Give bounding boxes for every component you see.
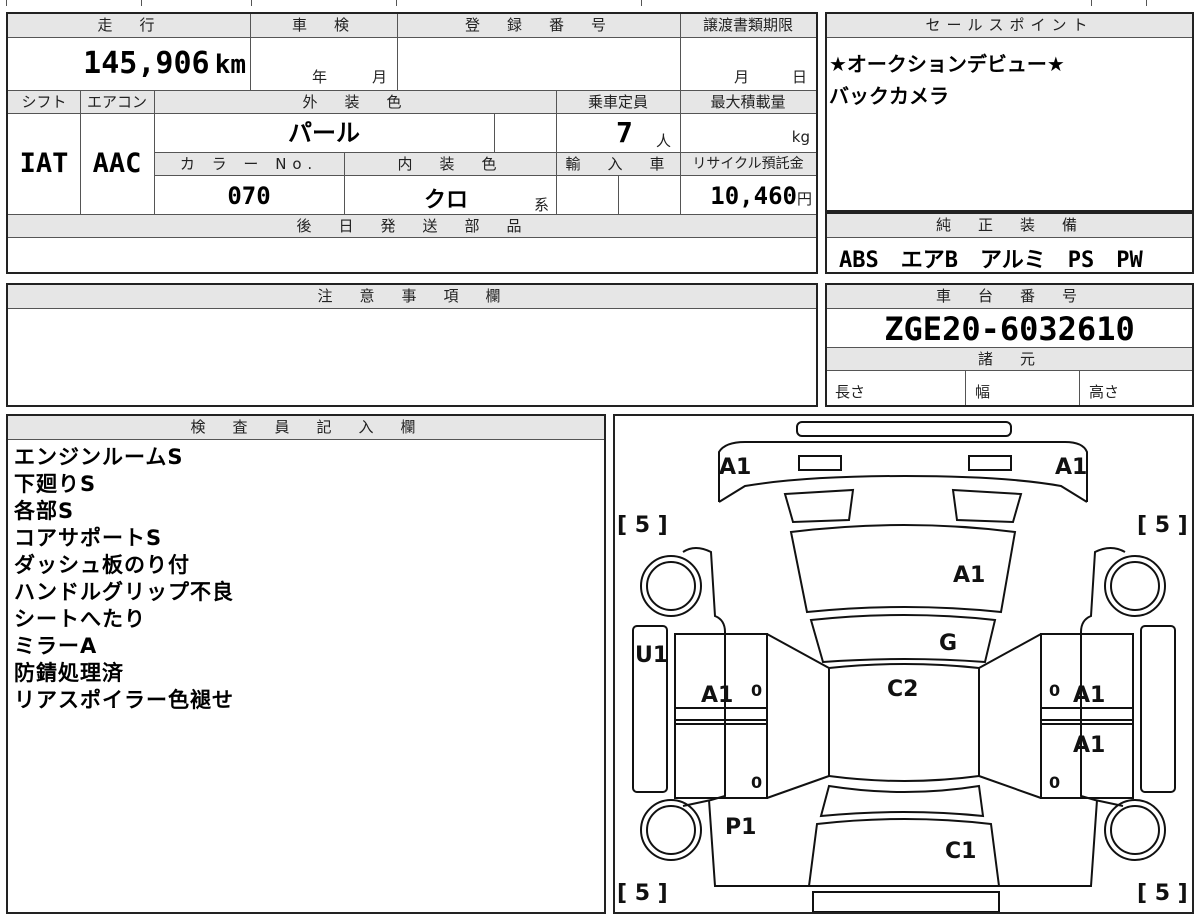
shift-header: シフト: [8, 90, 80, 114]
transfer-month: 月: [734, 68, 750, 86]
damage-mark: A1: [701, 683, 733, 708]
transfer-header: 譲渡書類期限: [680, 14, 816, 38]
tire-depth: [ 5 ]: [617, 513, 668, 538]
damage-mark: A1: [953, 563, 985, 588]
recycle-value: 10,460円: [680, 176, 816, 214]
note-line: シートへたり: [14, 607, 146, 631]
capacity-value: 7 人: [556, 114, 680, 152]
small-zero: 0: [1049, 681, 1060, 700]
damage-mark: P1: [725, 815, 756, 840]
equipment-box: 純 正 装 備 ABS エアB アルミ PS PW: [825, 212, 1194, 274]
mileage-header: 走 行: [8, 14, 250, 38]
small-zero: 0: [751, 773, 762, 792]
load-value: kg: [680, 114, 816, 152]
height-label: 高さ: [1089, 383, 1120, 401]
shaken-header: 車 検: [250, 14, 397, 38]
spec-table: 走 行 車 検 登 録 番 号 譲渡書類期限 145,906 km 年 月 月 …: [6, 12, 818, 274]
transfer-value: 月 日: [680, 38, 816, 90]
damage-mark: A1: [1073, 683, 1105, 708]
note-line: ダッシュ板のり付: [14, 553, 190, 577]
sales-line-2: バックカメラ: [829, 84, 949, 108]
interior-header: 内 装 色: [344, 152, 556, 176]
later-parts-header: 後 日 発 送 部 品: [8, 214, 816, 238]
sales-point-box: セールスポイント ★オークションデビュー★ バックカメラ: [825, 12, 1194, 212]
capacity-header: 乗車定員: [556, 90, 680, 114]
equipment-value: ABS エアB アルミ PS PW: [839, 248, 1143, 273]
transfer-day: 日: [792, 68, 808, 86]
registration-header: 登 録 番 号: [397, 14, 680, 38]
caution-box: 注 意 事 項 欄: [6, 283, 818, 407]
note-line: 各部S: [14, 499, 75, 523]
damage-mark: C2: [887, 677, 918, 702]
inspector-header: 検 査 員 記 入 欄: [8, 416, 604, 440]
damage-mark: A1: [719, 455, 751, 480]
shaken-month: 月: [372, 68, 388, 86]
color-no-header: カ ラ ー No.: [154, 152, 344, 176]
registration-value: [397, 38, 680, 90]
length-label: 長さ: [835, 383, 866, 401]
tire-depth: [ 5 ]: [1137, 513, 1188, 538]
exterior-extra: [494, 114, 556, 152]
small-zero: 0: [1049, 773, 1060, 792]
exterior-value: パール: [288, 119, 360, 147]
interior-color: クロ: [424, 188, 469, 213]
tire-depth: [ 5 ]: [617, 881, 668, 906]
note-line: リアスポイラー色褪せ: [14, 688, 234, 712]
chassis-header: 車 台 番 号: [827, 285, 1192, 309]
equipment-header: 純 正 装 備: [827, 214, 1192, 238]
recycle-header: リサイクル預託金: [680, 152, 816, 176]
damage-mark: A1: [1055, 455, 1087, 480]
mileage-number: 145,906: [83, 46, 210, 81]
chassis-number: ZGE20-6032610: [884, 310, 1135, 348]
spec-header: 諸 元: [827, 347, 1192, 371]
damage-mark: G: [939, 631, 957, 656]
capacity-unit: 人: [656, 132, 672, 150]
import-header: 輸 入 車: [556, 152, 680, 176]
damage-mark: C1: [945, 839, 976, 864]
inspector-box: 検 査 員 記 入 欄 エンジンルームS 下廻りS 各部S コアサポートS ダッ…: [6, 414, 606, 914]
note-line: 下廻りS: [14, 472, 97, 496]
note-line: ハンドルグリップ不良: [14, 580, 234, 604]
width-label: 幅: [975, 383, 991, 401]
note-line: 防錆処理済: [14, 661, 124, 685]
note-line: コアサポートS: [14, 526, 163, 550]
interior-suffix: 系: [534, 196, 550, 214]
ac-header: エアコン: [80, 90, 154, 114]
exterior-header: 外 装 色: [154, 90, 556, 114]
interior-value: クロ 系: [344, 176, 556, 214]
car-diagram: A1 A1 A1 G U1 A1 C2 A1 A1 P1 C1 [ 5 ] [ …: [617, 421, 1188, 912]
tire-depth: [ 5 ]: [1137, 881, 1188, 906]
inspector-notes: エンジンルームS 下廻りS 各部S コアサポートS ダッシュ板のり付 ハンドルグ…: [14, 444, 234, 714]
top-strip: [6, 0, 1194, 6]
shift-value: IAT: [19, 148, 69, 179]
car-diagram-box: A1 A1 A1 G U1 A1 C2 A1 A1 P1 C1 [ 5 ] [ …: [613, 414, 1194, 914]
note-line: ミラーA: [14, 634, 98, 658]
color-no-value: 070: [227, 182, 271, 210]
recycle-number: 10,460: [710, 182, 797, 210]
capacity-number: 7: [616, 116, 633, 149]
load-header: 最大積載量: [680, 90, 816, 114]
chassis-box: 車 台 番 号 ZGE20-6032610 諸 元 長さ 幅 高さ: [825, 283, 1194, 407]
sales-line-1: ★オークションデビュー★: [829, 52, 1065, 76]
load-unit: kg: [791, 128, 810, 146]
recycle-unit: 円: [796, 190, 812, 208]
mileage-unit: km: [214, 50, 246, 80]
mileage-value: 145,906 km: [8, 38, 250, 90]
damage-mark: U1: [635, 643, 668, 668]
shaken-year: 年: [312, 68, 328, 86]
damage-mark: A1: [1073, 733, 1105, 758]
note-line: エンジンルームS: [14, 445, 184, 469]
small-zero: 0: [751, 681, 762, 700]
caution-header: 注 意 事 項 欄: [8, 285, 816, 309]
ac-value: AAC: [92, 148, 142, 179]
shaken-value: 年 月: [250, 38, 397, 90]
later-parts-value: [8, 238, 816, 272]
sales-point-header: セールスポイント: [827, 14, 1192, 38]
